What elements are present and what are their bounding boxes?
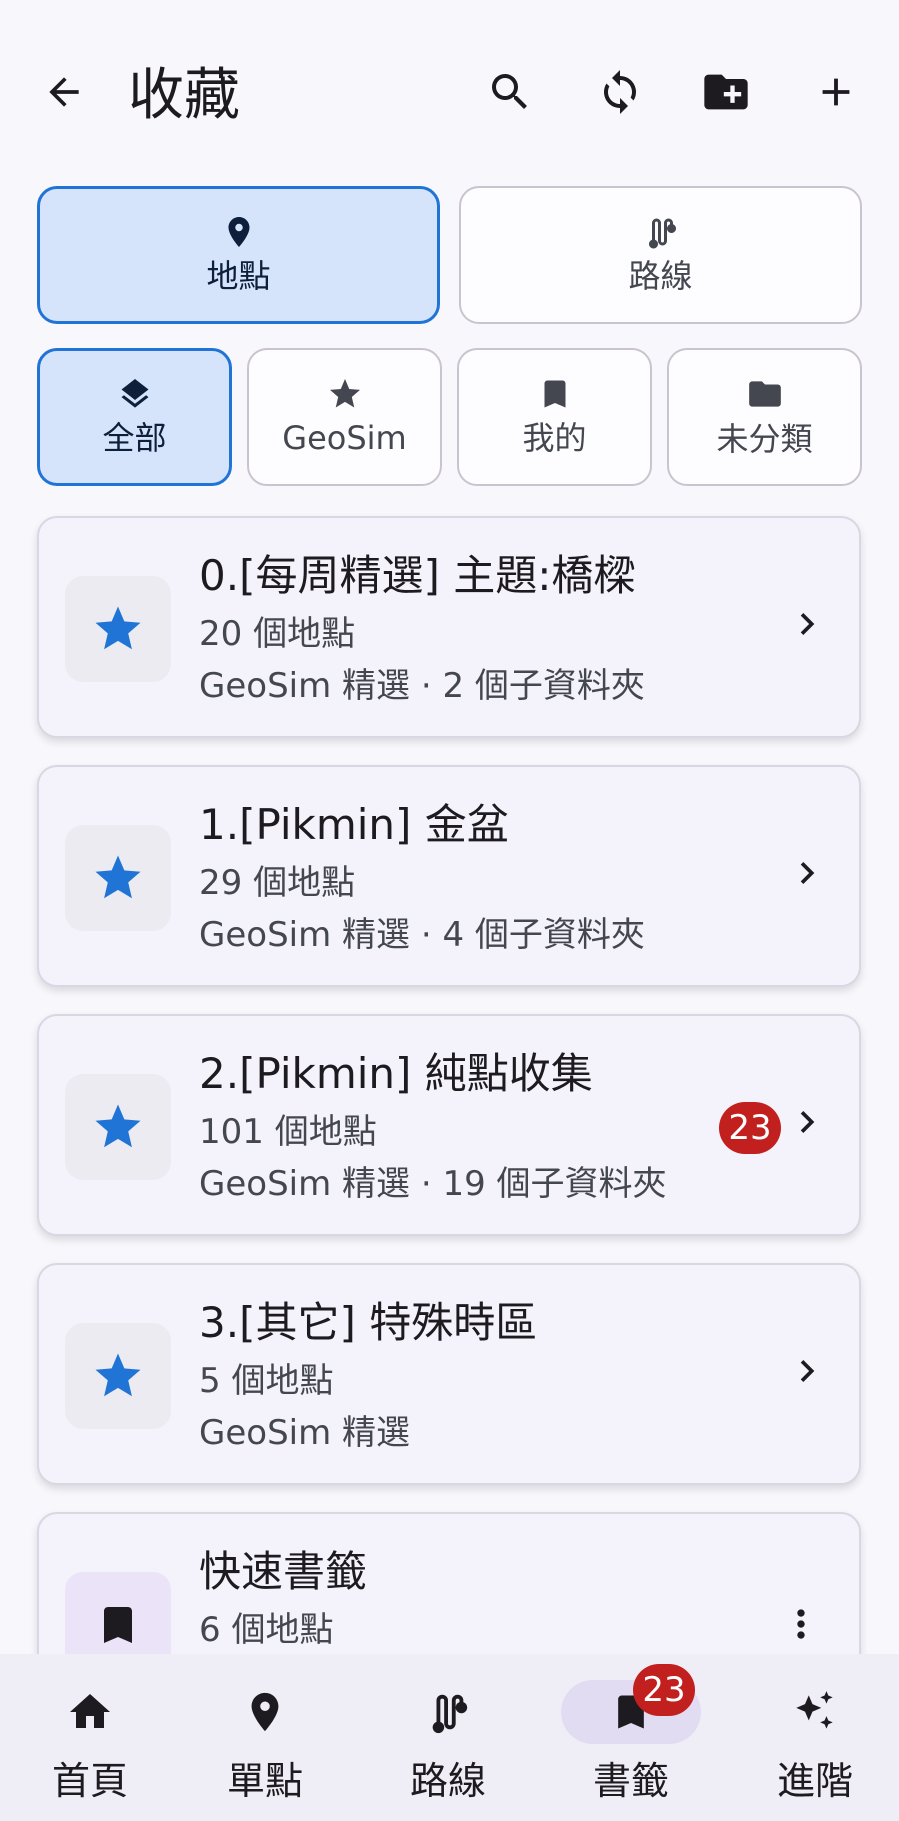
chevron-right-icon <box>800 613 815 635</box>
folder-count: 101 個地點 <box>199 1112 377 1152</box>
folder-meta: GeoSim 精選 <box>199 1413 411 1453</box>
filter-all-label: 全部 <box>102 419 167 457</box>
nav-bookmarks[interactable]: 23 書籤 <box>541 1654 721 1821</box>
filter-all[interactable]: 全部 <box>37 348 232 486</box>
folder-card[interactable]: 0.[每周精選] 主題:橋樑 20 個地點 GeoSim 精選 · 2 個子資料… <box>37 516 861 738</box>
folder-meta: GeoSim 精選 · 4 個子資料夾 <box>199 915 645 955</box>
search-button[interactable] <box>478 60 542 124</box>
new-items-badge: 23 <box>719 1102 781 1154</box>
back-button[interactable] <box>32 60 96 124</box>
nav-home-indicator <box>20 1680 160 1744</box>
new-folder-button[interactable] <box>694 60 758 124</box>
nav-home-label: 首頁 <box>51 1759 128 1803</box>
folder-title: 3.[其它] 特殊時區 <box>199 1298 538 1347</box>
sparkle-icon <box>796 1691 833 1729</box>
folder-title: 0.[每周精選] 主題:橋樑 <box>199 551 636 600</box>
more-options-button[interactable] <box>773 1592 829 1656</box>
filter-mine-label: 我的 <box>522 419 587 457</box>
add-button[interactable] <box>804 60 868 124</box>
folder-icon <box>748 381 781 407</box>
route-icon <box>432 1694 468 1734</box>
nav-advanced-label: 進階 <box>776 1759 853 1803</box>
folder-meta: GeoSim 精選 · 19 個子資料夾 <box>199 1164 667 1204</box>
bookmark-icon <box>544 380 565 408</box>
tab-locations-label: 地點 <box>206 257 271 295</box>
tab-routes[interactable]: 路線 <box>459 186 862 324</box>
route-icon <box>648 218 676 249</box>
star-icon <box>329 379 360 408</box>
layers-icon <box>121 379 148 408</box>
folder-count: 5 個地點 <box>199 1361 334 1401</box>
folder-count: 20 個地點 <box>199 614 356 654</box>
folder-title: 快速書籤 <box>199 1547 368 1596</box>
filter-geosim[interactable]: GeoSim <box>247 348 442 486</box>
home-icon <box>70 1694 110 1728</box>
page-title: 收藏 <box>128 63 240 128</box>
folder-card[interactable]: 2.[Pikmin] 純點收集 101 個地點 GeoSim 精選 · 19 個… <box>37 1014 861 1236</box>
filter-uncategorized[interactable]: 未分類 <box>667 348 862 486</box>
bookmark-icon <box>104 1607 132 1643</box>
chevron-right-icon <box>800 862 815 884</box>
nav-bookmarks-badge: 23 <box>633 1664 695 1716</box>
filter-uncategorized-label: 未分類 <box>716 420 813 458</box>
bottom-navigation: 首頁 單點 路線 23 書籤 進階 <box>0 1654 899 1821</box>
folder-card[interactable]: 3.[其它] 特殊時區 5 個地點 GeoSim 精選 <box>37 1263 861 1485</box>
filter-geosim-label: GeoSim <box>282 419 407 457</box>
folder-count: 29 個地點 <box>199 863 356 903</box>
nav-routes-label: 路線 <box>409 1759 486 1803</box>
folder-icon-box <box>65 825 171 931</box>
filter-mine[interactable]: 我的 <box>457 348 652 486</box>
create-folder-icon <box>704 74 748 110</box>
star-icon <box>95 1104 141 1148</box>
nav-advanced-indicator <box>745 1680 885 1744</box>
chevron-right-icon <box>800 1360 815 1382</box>
sync-icon <box>604 70 636 114</box>
nav-single-point-label: 單點 <box>226 1759 303 1803</box>
location-pin-icon <box>251 1692 279 1732</box>
folder-icon-box <box>65 1074 171 1180</box>
folder-icon-box <box>65 576 171 682</box>
nav-bookmarks-label: 書籤 <box>592 1759 669 1803</box>
folder-meta: GeoSim 精選 · 2 個子資料夾 <box>199 666 645 706</box>
folder-count: 6 個地點 <box>199 1610 334 1650</box>
more-vert-icon <box>797 1609 805 1639</box>
top-app-bar: 收藏 <box>0 0 899 190</box>
star-icon <box>95 606 141 650</box>
nav-single-point[interactable]: 單點 <box>175 1654 355 1821</box>
plus-icon <box>822 78 850 106</box>
chevron-right-icon <box>800 1111 815 1133</box>
sync-button[interactable] <box>588 60 652 124</box>
folder-card[interactable]: 1.[Pikmin] 金盆 29 個地點 GeoSim 精選 · 4 個子資料夾 <box>37 765 861 987</box>
arrow-back-icon <box>49 77 79 107</box>
star-icon <box>95 1353 141 1397</box>
folder-title: 1.[Pikmin] 金盆 <box>199 800 509 849</box>
nav-advanced[interactable]: 進階 <box>725 1654 899 1821</box>
folder-icon-box <box>65 1323 171 1429</box>
search-icon <box>492 74 527 109</box>
nav-routes-indicator <box>378 1680 518 1744</box>
tab-locations[interactable]: 地點 <box>37 186 440 324</box>
nav-routes[interactable]: 路線 <box>358 1654 538 1821</box>
tab-routes-label: 路線 <box>628 257 693 295</box>
location-pin-icon <box>228 217 249 247</box>
nav-single-point-indicator <box>195 1680 335 1744</box>
star-icon <box>95 855 141 899</box>
nav-home[interactable]: 首頁 <box>0 1654 180 1821</box>
folder-title: 2.[Pikmin] 純點收集 <box>199 1049 593 1098</box>
